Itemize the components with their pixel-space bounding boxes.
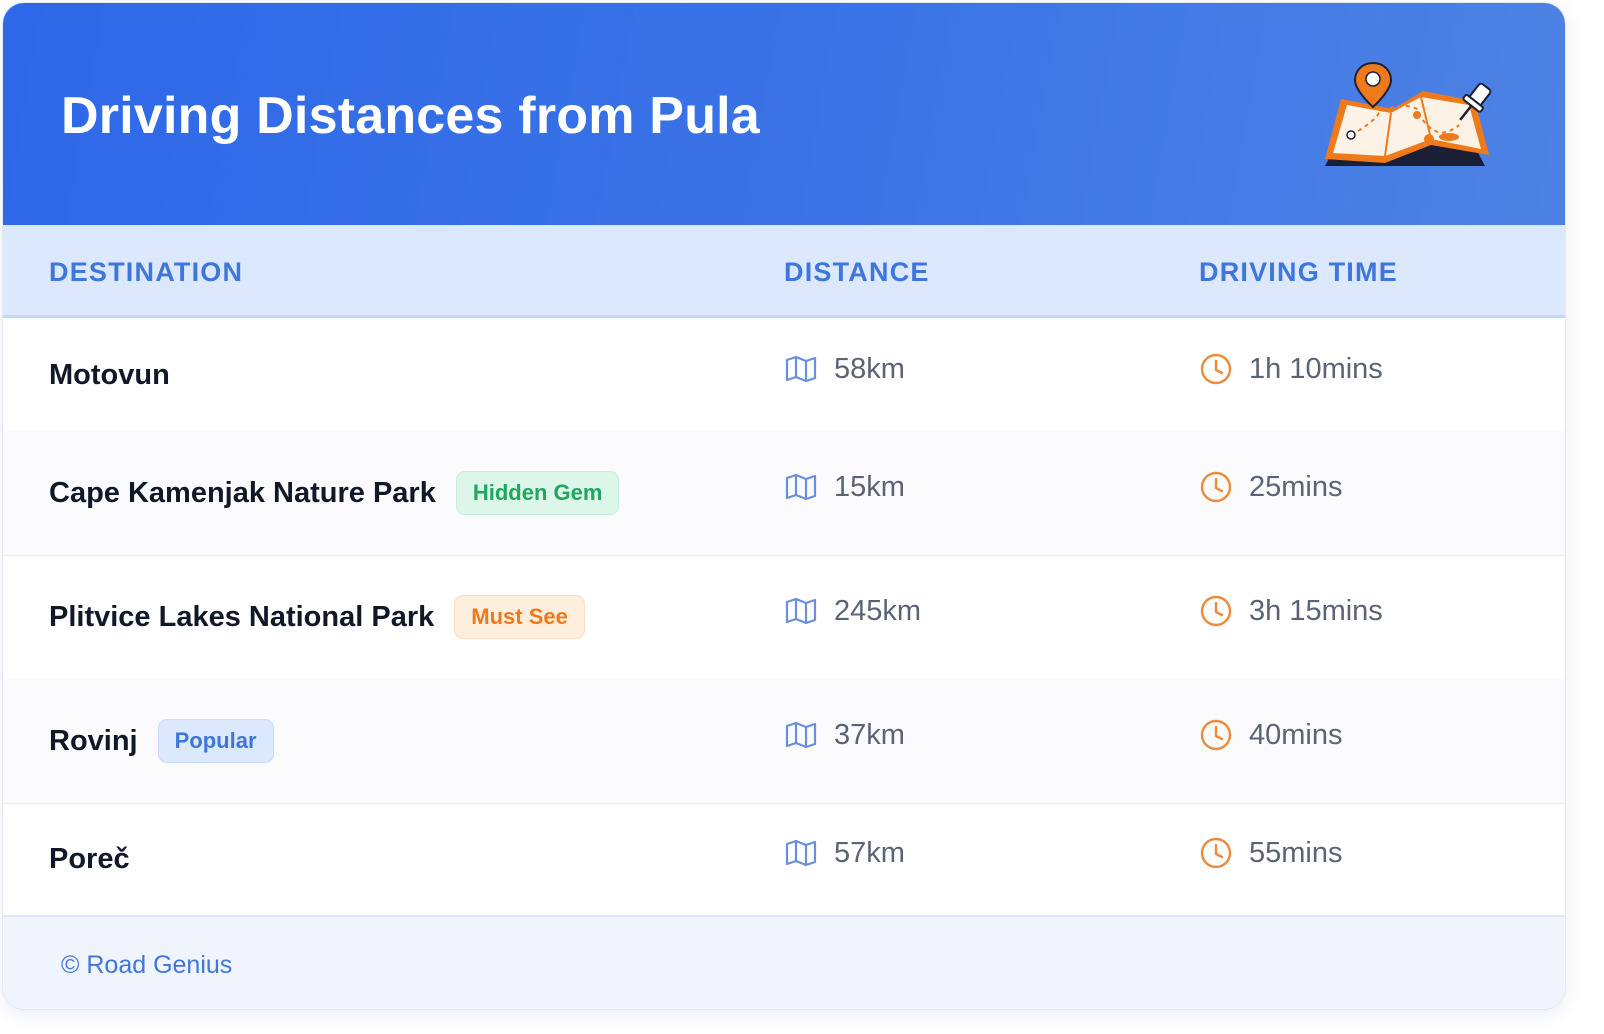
header-banner: Driving Distances from Pula (3, 3, 1565, 225)
map-icon (784, 836, 818, 870)
column-header-destination: DESTINATION (49, 257, 244, 287)
driving-time-value: 25mins (1249, 470, 1343, 503)
distance-value: 37km (834, 718, 905, 751)
driving-time-cell: 1h 10mins (1199, 352, 1383, 386)
driving-time-value: 40mins (1249, 718, 1343, 751)
destination-name: Rovinj (49, 724, 138, 757)
destination-name: Cape Kamenjak Nature Park (49, 476, 436, 509)
destination-cell: Poreč (49, 838, 130, 880)
driving-time-cell: 25mins (1199, 470, 1343, 504)
destination-cell: Motovun (49, 354, 170, 396)
tag-badge: Must See (454, 595, 585, 639)
destination-name: Poreč (49, 842, 130, 875)
table-row: Poreč 57km 55mins (3, 803, 1565, 916)
table-row: Motovun 58km 1h 10mins (3, 318, 1565, 432)
distance-value: 58km (834, 352, 905, 385)
clock-icon (1199, 718, 1233, 752)
distance-cell: 57km (784, 836, 905, 870)
driving-time-value: 1h 10mins (1249, 352, 1383, 385)
map-with-pins-icon (1325, 61, 1492, 166)
footer-credit: © Road Genius (61, 951, 233, 979)
column-header-distance: DISTANCE (784, 257, 930, 287)
driving-time-value: 55mins (1249, 836, 1343, 869)
distance-cell: 37km (784, 718, 905, 752)
table-header: DESTINATION DISTANCE DRIVING TIME (3, 225, 1565, 318)
destination-name: Motovun (49, 358, 170, 391)
destination-cell: Cape Kamenjak Nature Park Hidden Gem (49, 471, 620, 515)
driving-time-cell: 3h 15mins (1199, 594, 1383, 628)
table-row: Cape Kamenjak Nature Park Hidden Gem 15km 2… (3, 431, 1565, 556)
distance-cell: 15km (784, 470, 905, 504)
driving-time-value: 3h 15mins (1249, 594, 1383, 627)
distance-value: 15km (834, 470, 905, 503)
distance-value: 57km (834, 836, 905, 869)
footer: © Road Genius (3, 915, 1565, 1009)
clock-icon (1199, 836, 1233, 870)
clock-icon (1199, 470, 1233, 504)
driving-time-cell: 40mins (1199, 718, 1343, 752)
tag-badge: Hidden Gem (455, 471, 620, 515)
table-row: Rovinj Popular 37km 40mins (3, 679, 1565, 804)
map-icon (784, 470, 818, 504)
distance-table-card: Driving Distances from Pula DESTINATION … (2, 2, 1566, 1010)
distance-cell: 58km (784, 352, 905, 386)
page-title: Driving Distances from Pula (61, 87, 760, 145)
map-icon (784, 594, 818, 628)
distance-value: 245km (834, 594, 922, 627)
destination-cell: Rovinj Popular (49, 719, 274, 763)
clock-icon (1199, 352, 1233, 386)
map-icon (784, 718, 818, 752)
column-header-driving-time: DRIVING TIME (1199, 257, 1398, 287)
distance-cell: 245km (784, 594, 921, 628)
destination-name: Plitvice Lakes National Park (49, 600, 435, 633)
clock-icon (1199, 594, 1233, 628)
map-icon (784, 352, 818, 386)
tag-badge: Popular (157, 719, 274, 763)
destination-cell: Plitvice Lakes National Park Must See (49, 595, 585, 639)
table-row: Plitvice Lakes National Park Must See 245k… (3, 555, 1565, 680)
driving-time-cell: 55mins (1199, 836, 1343, 870)
